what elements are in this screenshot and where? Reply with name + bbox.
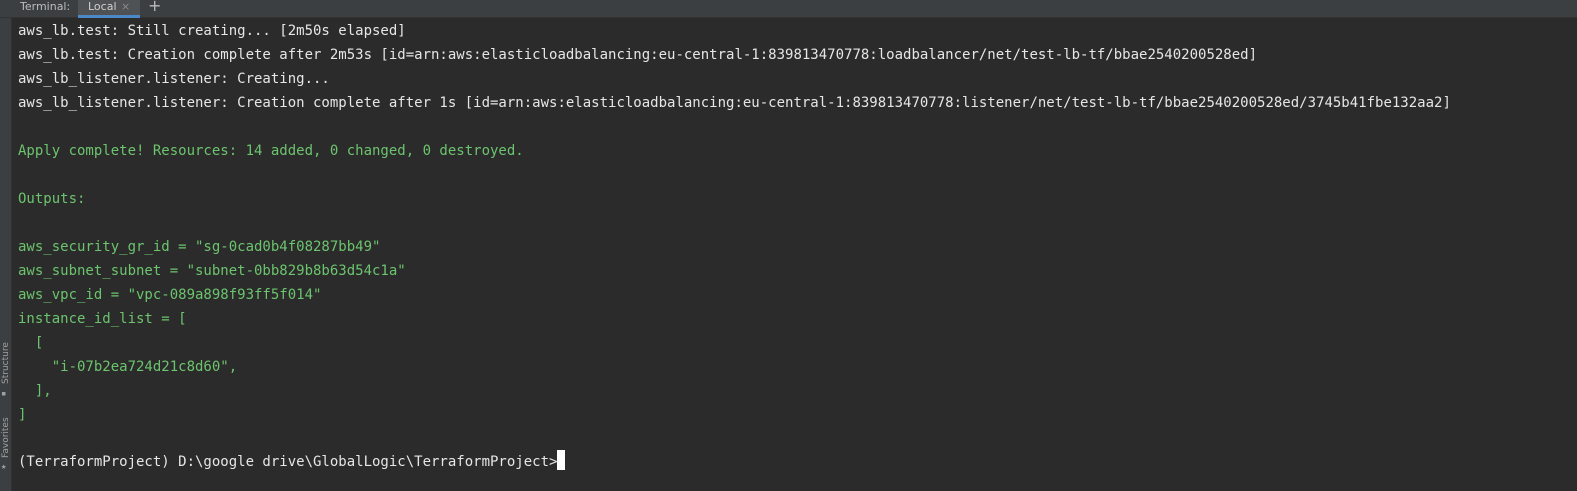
terminal-line: aws_lb_listener.listener: Creating... (18, 71, 330, 87)
new-tab-button[interactable]: + (148, 0, 161, 15)
output-line: aws_security_gr_id = "sg-0cad0b4f08287bb… (18, 239, 381, 255)
prompt-line[interactable]: (TerraformProject) D:\google drive\Globa… (18, 450, 566, 474)
output-line: [ (18, 335, 44, 351)
outputs-heading: Outputs: (18, 191, 86, 207)
tab-local[interactable]: Local × (78, 0, 140, 18)
structure-label: Structure (1, 342, 11, 384)
tab-local-label: Local (88, 0, 117, 13)
favorites-tool-button[interactable]: Favorites ★ (0, 410, 12, 474)
text-cursor (557, 450, 566, 470)
terminal-line: aws_lb.test: Creation complete after 2m5… (18, 47, 1258, 63)
close-tab-icon[interactable]: × (121, 0, 130, 13)
terminal-output[interactable]: aws_lb.test: Still creating... [2m50s el… (18, 19, 1577, 491)
terminal-line: aws_lb_listener.listener: Creation compl… (18, 95, 1451, 111)
output-line: instance_id_list = [ (18, 311, 187, 327)
favorites-label: Favorites (1, 417, 11, 458)
apply-complete-line: Apply complete! Resources: 14 added, 0 c… (18, 143, 524, 159)
terminal-line: aws_lb.test: Still creating... [2m50s el… (18, 23, 406, 39)
output-line: aws_vpc_id = "vpc-089a898f93ff5f014" (18, 287, 322, 303)
output-line: ] (18, 407, 27, 423)
terminal-tab-bar: Terminal: Local × + (0, 0, 1577, 18)
output-line: "i-07b2ea724d21c8d60", (18, 359, 238, 375)
left-tool-stripe: Structure ▪ Favorites ★ (0, 18, 12, 491)
output-line: aws_subnet_subnet = "subnet-0bb829b8b63d… (18, 263, 406, 279)
prompt-text: (TerraformProject) D:\google drive\Globa… (18, 454, 558, 470)
structure-tool-button[interactable]: Structure ▪ (0, 328, 12, 400)
star-icon: ★ (1, 462, 7, 472)
output-line: ], (18, 383, 52, 399)
terminal-title: Terminal: (20, 0, 71, 13)
structure-icon: ▪ (1, 389, 7, 399)
